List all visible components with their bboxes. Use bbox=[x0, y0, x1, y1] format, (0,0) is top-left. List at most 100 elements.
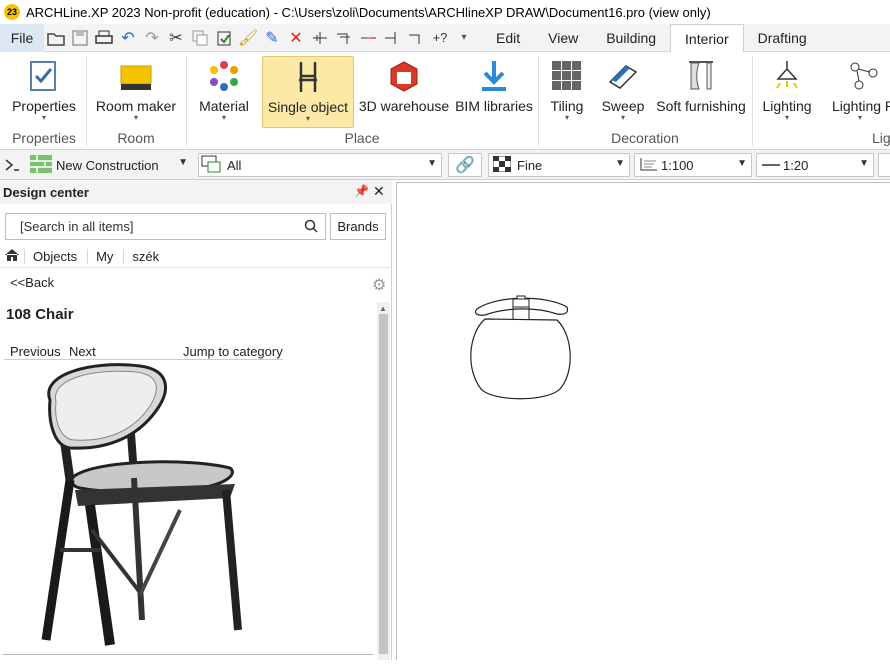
extra-select[interactable] bbox=[878, 153, 890, 177]
search-icon[interactable] bbox=[304, 219, 318, 236]
group-lighting: Lig bbox=[872, 130, 890, 146]
scale-select[interactable]: 1:100 ▼ bbox=[634, 153, 752, 177]
scroll-up-icon[interactable]: ▲ bbox=[379, 304, 387, 313]
layer-value: New Construction bbox=[56, 157, 159, 173]
jump-to-category-link[interactable]: Jump to category bbox=[183, 344, 283, 359]
previous-link[interactable]: Previous bbox=[10, 344, 61, 359]
brands-button[interactable]: Brands bbox=[330, 213, 386, 240]
material-button[interactable]: Material ▾ bbox=[194, 56, 254, 128]
group-room: Room bbox=[117, 130, 155, 146]
filter-value: All bbox=[227, 157, 242, 173]
breadcrumb-szek[interactable]: szék bbox=[123, 249, 165, 264]
delete-icon[interactable]: ✕ bbox=[285, 27, 307, 49]
tab-interior[interactable]: Interior bbox=[670, 23, 744, 53]
back-link[interactable]: <<Back bbox=[10, 275, 54, 290]
group-decoration: Decoration bbox=[611, 130, 679, 146]
brush-icon[interactable]: 🖌 bbox=[237, 27, 259, 49]
ribbon-tabs: Edit View Building Interior Drafting bbox=[482, 23, 821, 53]
chevron-down-icon: ▼ bbox=[427, 158, 437, 169]
cut-icon[interactable]: ✂ bbox=[165, 27, 187, 49]
single-object-button[interactable]: Single object ▾ bbox=[262, 56, 354, 128]
checker-icon bbox=[492, 155, 512, 175]
line-icon bbox=[761, 158, 781, 173]
tab-drafting[interactable]: Drafting bbox=[744, 24, 821, 52]
close-icon[interactable]: ✕ bbox=[373, 183, 385, 200]
tab-edit[interactable]: Edit bbox=[482, 24, 534, 52]
gear-icon[interactable]: ⚙ bbox=[372, 275, 386, 295]
file-menu[interactable]: File bbox=[0, 23, 44, 52]
next-link[interactable]: Next bbox=[69, 344, 96, 359]
print-icon[interactable] bbox=[93, 27, 115, 49]
link-button[interactable]: 🔗 bbox=[448, 153, 482, 177]
room-maker-icon bbox=[118, 58, 154, 94]
home-icon[interactable] bbox=[4, 248, 20, 265]
lighting-button[interactable]: Lighting ▾ bbox=[758, 56, 816, 128]
property-toolbar: New Construction ▼ All ▼ 🔗 Fine ▼ 1:100 … bbox=[0, 150, 890, 180]
group-properties: Properties bbox=[12, 130, 76, 146]
open-icon[interactable] bbox=[45, 27, 67, 49]
save-icon[interactable] bbox=[69, 27, 91, 49]
line-scale-select[interactable]: 1:20 ▼ bbox=[756, 153, 874, 177]
window-title: ARCHLine.XP 2023 Non-profit (education) … bbox=[26, 4, 711, 20]
help-icon[interactable]: +? bbox=[429, 27, 451, 49]
pin-icon[interactable]: 📌 bbox=[354, 184, 369, 198]
app-logo: 23 bbox=[4, 4, 20, 20]
ribbon: Properties ▾ Room maker ▾ Material ▾ Sin… bbox=[0, 52, 890, 150]
tab-view[interactable]: View bbox=[534, 24, 592, 52]
copy-icon[interactable] bbox=[189, 27, 211, 49]
undo-icon[interactable]: ↶ bbox=[117, 27, 139, 49]
filter-layers-icon bbox=[201, 155, 223, 176]
chevron-down-icon: ▼ bbox=[178, 157, 188, 168]
search-input[interactable]: [Search in all items] bbox=[5, 213, 326, 240]
properties-button[interactable]: Properties ▾ bbox=[6, 56, 82, 128]
corner-icon[interactable] bbox=[405, 27, 427, 49]
properties-icon bbox=[26, 58, 62, 94]
design-center-panel: Design center 📌 ✕ [Search in all items] … bbox=[0, 180, 392, 660]
material-palette-icon bbox=[206, 58, 242, 94]
quick-access-toolbar: ↶ ↷ ✂ 🖌 ✎ ✕ +? ▾ bbox=[44, 24, 476, 52]
eyedropper-icon[interactable]: ✎ bbox=[261, 27, 283, 49]
dimension-icon[interactable] bbox=[309, 27, 331, 49]
breadcrumb: Objects My szék bbox=[0, 246, 392, 268]
trim-icon[interactable] bbox=[357, 27, 379, 49]
chair-preview-image[interactable] bbox=[30, 360, 280, 650]
bim-libraries-button[interactable]: BIM libraries bbox=[454, 56, 534, 128]
tiling-grid-icon bbox=[549, 58, 585, 94]
quality-select[interactable]: Fine ▼ bbox=[488, 153, 630, 177]
scale-icon bbox=[639, 156, 659, 175]
panel-footer-divider bbox=[2, 654, 374, 660]
paste-icon[interactable] bbox=[213, 27, 235, 49]
drawing-canvas[interactable] bbox=[396, 182, 890, 660]
design-center-header: Design center 📌 ✕ bbox=[0, 180, 392, 204]
view-filter-icon[interactable] bbox=[4, 156, 20, 177]
title-bar: 23 ARCHLine.XP 2023 Non-profit (educatio… bbox=[0, 0, 890, 24]
filter-select[interactable]: All ▼ bbox=[198, 153, 442, 177]
chevron-down-icon: ▼ bbox=[615, 158, 625, 169]
chevron-down-icon: ▼ bbox=[859, 158, 869, 169]
chain-link-icon: 🔗 bbox=[455, 157, 475, 174]
3d-warehouse-button[interactable]: 3D warehouse bbox=[359, 56, 449, 128]
breadcrumb-my[interactable]: My bbox=[87, 249, 119, 264]
align-icon[interactable] bbox=[333, 27, 355, 49]
warehouse-icon bbox=[386, 58, 422, 94]
panel-title: Design center bbox=[3, 184, 89, 200]
room-maker-button[interactable]: Room maker ▾ bbox=[94, 56, 178, 128]
group-place: Place bbox=[344, 130, 380, 146]
lighting-plan-icon bbox=[846, 58, 882, 94]
scrollbar[interactable]: ▲ bbox=[377, 302, 390, 660]
menu-bar: File ↶ ↷ ✂ 🖌 ✎ ✕ +? ▾ Edit View Building… bbox=[0, 23, 890, 53]
search-placeholder: [Search in all items] bbox=[20, 219, 134, 234]
extend-icon[interactable] bbox=[381, 27, 403, 49]
scale-value: 1:100 bbox=[661, 157, 694, 173]
breadcrumb-objects[interactable]: Objects bbox=[24, 249, 83, 264]
lamp-icon bbox=[769, 58, 805, 94]
redo-icon[interactable]: ↷ bbox=[141, 27, 163, 49]
tiling-button[interactable]: Tiling ▾ bbox=[544, 56, 590, 128]
soft-furnishing-button[interactable]: Soft furnishing bbox=[656, 56, 746, 128]
scrollbar-thumb[interactable] bbox=[379, 314, 388, 654]
lighting-plan-button[interactable]: Lighting P ▾ bbox=[828, 56, 890, 128]
tab-building[interactable]: Building bbox=[592, 24, 670, 52]
sweep-button[interactable]: Sweep ▾ bbox=[598, 56, 648, 128]
customize-icon[interactable]: ▾ bbox=[453, 27, 475, 49]
layer-select[interactable]: New Construction ▼ bbox=[28, 153, 192, 177]
